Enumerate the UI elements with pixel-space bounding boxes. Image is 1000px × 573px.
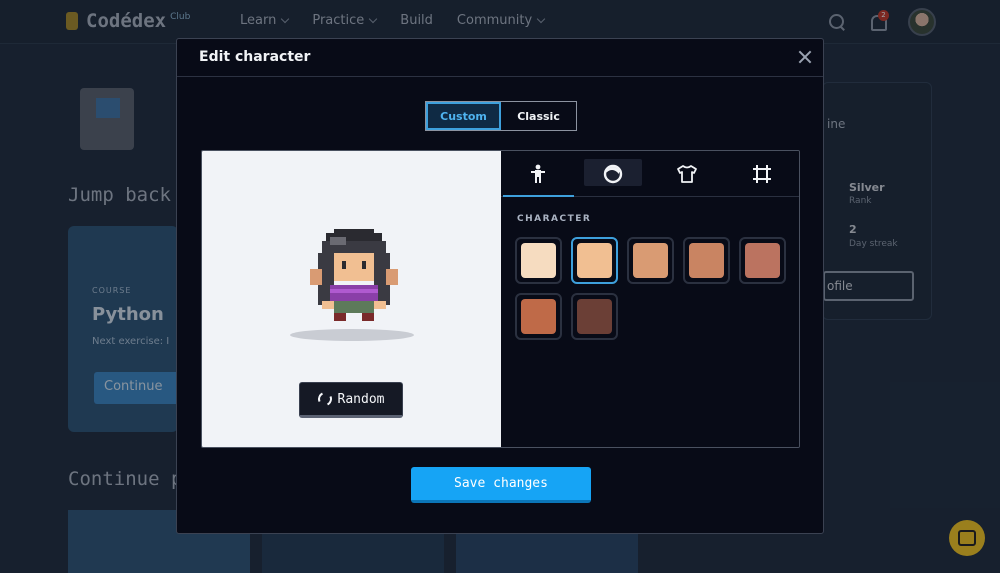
tab-body[interactable] (501, 151, 576, 197)
custom-tab-button[interactable]: Custom (426, 102, 502, 130)
tab-hair[interactable] (576, 151, 651, 196)
style-toggle: Custom Classic (425, 101, 577, 131)
edit-character-modal: Edit character Custom Classic Random CHA… (176, 38, 824, 534)
shirt-icon (677, 164, 698, 183)
swatch-color (577, 299, 612, 334)
character-preview: Random (202, 151, 501, 447)
skin-tone-grid (515, 237, 795, 340)
skin-tone-swatch[interactable] (627, 237, 674, 284)
random-button[interactable]: Random (299, 382, 403, 418)
swatch-color (689, 243, 724, 278)
refresh-icon (315, 390, 334, 408)
skin-tone-swatch[interactable] (739, 237, 786, 284)
character-sprite (310, 229, 398, 321)
hair-icon (603, 164, 622, 183)
customization-panel: CHARACTER (501, 151, 799, 447)
modal-title: Edit character (199, 49, 311, 65)
skin-tone-swatch[interactable] (571, 237, 618, 284)
swatch-color (521, 243, 556, 278)
tab-frame[interactable] (725, 151, 800, 196)
section-label: CHARACTER (517, 214, 592, 224)
swatch-color (745, 243, 780, 278)
classic-tab-button[interactable]: Classic (501, 102, 576, 130)
skin-tone-swatch[interactable] (683, 237, 730, 284)
save-changes-button[interactable]: Save changes (411, 467, 591, 503)
swatch-color (633, 243, 668, 278)
tab-outfit[interactable] (650, 151, 725, 196)
close-icon[interactable] (797, 49, 813, 65)
skin-tone-swatch[interactable] (515, 293, 562, 340)
skin-tone-swatch[interactable] (571, 293, 618, 340)
swatch-color (521, 299, 556, 334)
customization-tabs (501, 151, 799, 197)
body-icon (531, 164, 546, 183)
random-label: Random (337, 391, 385, 407)
swatch-color (577, 243, 612, 278)
modal-header: Edit character (177, 39, 823, 77)
character-editor-panel: Random CHARACTER (201, 150, 800, 448)
frame-icon (752, 164, 771, 183)
skin-tone-swatch[interactable] (515, 237, 562, 284)
